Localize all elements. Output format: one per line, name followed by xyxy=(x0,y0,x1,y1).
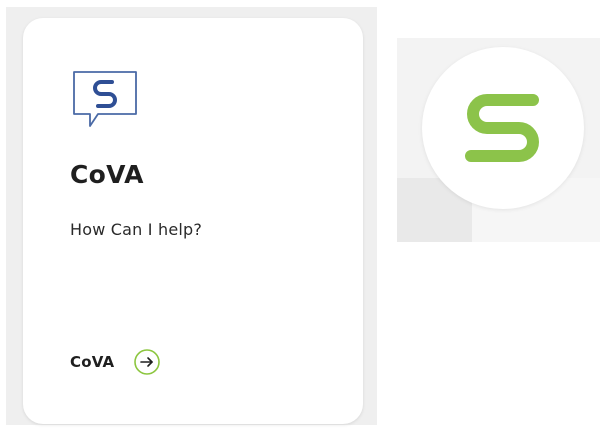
logo-tile xyxy=(397,38,600,242)
cova-link[interactable]: CoVA xyxy=(70,348,161,376)
card-subtitle: How Can I help? xyxy=(70,220,203,239)
s-logo-icon xyxy=(465,94,539,162)
cova-card[interactable]: CoVA How Can I help? CoVA xyxy=(23,18,363,424)
logo-circle xyxy=(422,47,584,209)
cova-link-label: CoVA xyxy=(70,353,115,371)
arrow-right-circle-icon[interactable] xyxy=(133,348,161,376)
chat-bubble-s-icon xyxy=(73,71,137,127)
card-title: CoVA xyxy=(70,160,144,189)
screenshot-canvas: CoVA How Can I help? CoVA xyxy=(0,0,600,432)
